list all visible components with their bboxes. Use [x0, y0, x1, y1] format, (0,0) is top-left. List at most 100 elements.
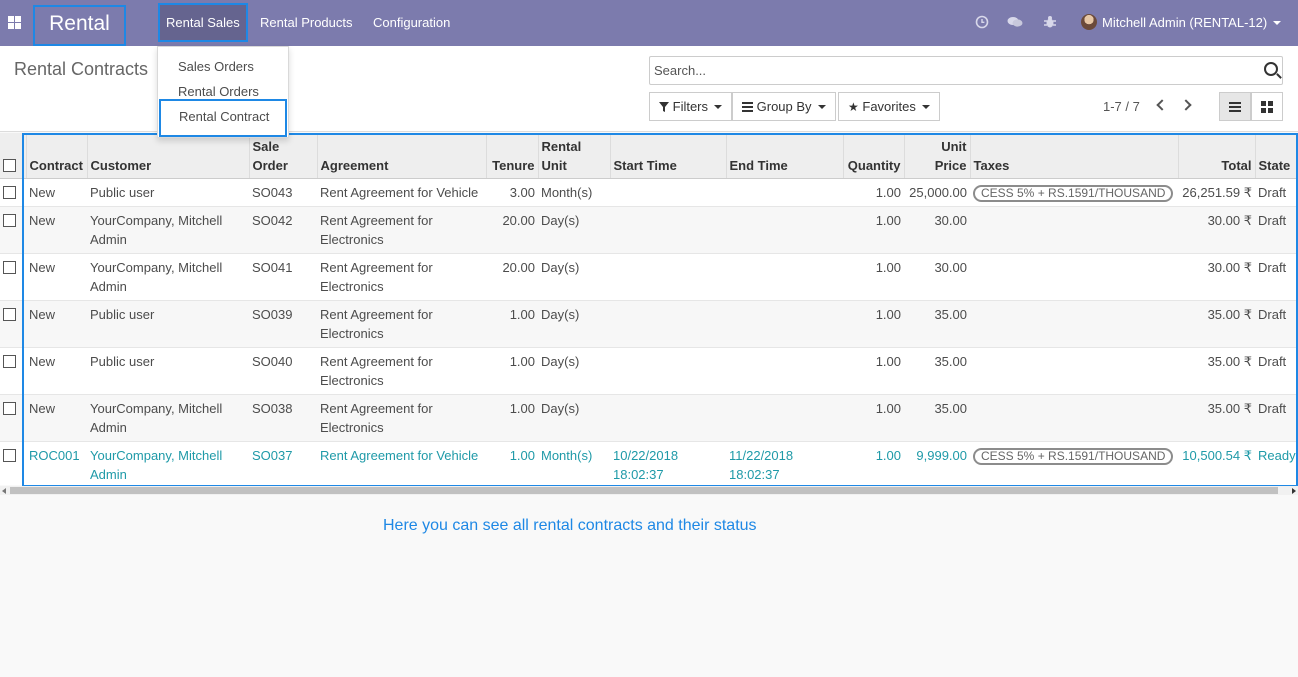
- filters-button[interactable]: Filters: [649, 92, 733, 121]
- row-checkbox[interactable]: [3, 260, 16, 274]
- row-select-cell: [0, 393, 26, 441]
- user-menu[interactable]: Mitchell Admin (RENTAL-12): [1081, 0, 1282, 46]
- cell-unit-price: 35.00: [904, 299, 970, 347]
- avatar: [1081, 14, 1097, 30]
- column-quantity[interactable]: Quantity: [843, 133, 905, 179]
- cell-total: 10,500.54 ₹: [1178, 440, 1255, 485]
- column-taxes[interactable]: Taxes: [970, 133, 1179, 179]
- filter-icon: [659, 102, 669, 112]
- cell-quantity: 1.00: [843, 299, 904, 347]
- column-contract[interactable]: Contract: [26, 133, 88, 179]
- table-row[interactable]: New Public user SO043 Rent Agreement for Ve…: [0, 177, 1298, 206]
- row-select-cell: [0, 205, 26, 253]
- scrollbar-thumb[interactable]: [10, 487, 1278, 494]
- cell-contract: New: [26, 346, 87, 394]
- table-row[interactable]: New Public user SO039 Rent Agreement for El…: [0, 299, 1298, 347]
- cell-tenure: 1.00: [486, 393, 538, 441]
- cell-quantity: 1.00: [843, 440, 904, 485]
- row-checkbox[interactable]: [3, 307, 16, 321]
- column-rental-unit-line1: Rental: [541, 138, 582, 154]
- star-icon: ★: [848, 100, 859, 114]
- cell-total: 35.00 ₹: [1178, 393, 1255, 441]
- column-unit-price[interactable]: Unit Price: [904, 133, 971, 179]
- cell-sale-order: SO039: [249, 299, 317, 347]
- column-state[interactable]: State: [1255, 133, 1298, 179]
- column-rental-unit[interactable]: Rental Unit: [538, 133, 611, 179]
- cell-taxes: CESS 5% + RS.1591/THOUSAND: [970, 440, 1178, 485]
- column-agreement[interactable]: Agreement: [317, 133, 487, 179]
- cell-start-time: [610, 177, 726, 206]
- cell-contract: New: [26, 252, 87, 300]
- kanban-view-button[interactable]: [1251, 92, 1283, 121]
- menu-configuration[interactable]: Configuration: [373, 0, 450, 46]
- cell-quantity: 1.00: [843, 393, 904, 441]
- chevron-right-icon[interactable]: [1180, 99, 1192, 111]
- search-input[interactable]: [650, 57, 1250, 84]
- row-select-cell: [0, 440, 26, 485]
- cell-quantity: 1.00: [843, 205, 904, 253]
- menu-item-rental-contract[interactable]: Rental Contract: [159, 99, 287, 137]
- column-tenure[interactable]: Tenure: [486, 133, 539, 179]
- cell-unit-price: 35.00: [904, 393, 970, 441]
- cell-rental-unit: Month(s): [538, 177, 610, 206]
- column-sale-order-line1: Sale: [252, 138, 280, 154]
- cell-unit-price: 30.00: [904, 252, 970, 300]
- column-sale-order-line2: Order: [252, 157, 288, 173]
- cell-contract: ROC001: [26, 440, 87, 485]
- column-start-time[interactable]: Start Time: [610, 133, 727, 179]
- table-row[interactable]: New Public user SO040 Rent Agreement for El…: [0, 346, 1298, 394]
- search-icon[interactable]: [1264, 62, 1278, 76]
- row-checkbox[interactable]: [3, 354, 16, 368]
- menu-rental-products[interactable]: Rental Products: [260, 0, 353, 46]
- column-sale-order[interactable]: Sale Order: [249, 133, 318, 179]
- cell-tenure: 20.00: [486, 252, 538, 300]
- column-end-time[interactable]: End Time: [726, 133, 844, 179]
- select-all-checkbox[interactable]: [3, 158, 16, 172]
- contracts-table: Contract Customer Sale Order Agreement Te…: [0, 133, 1298, 485]
- cell-total: 26,251.59 ₹: [1178, 177, 1255, 206]
- table-row[interactable]: New YourCompany, Mitchell Admin SO038 Rent …: [0, 393, 1298, 441]
- row-select-cell: [0, 299, 26, 347]
- chat-icon[interactable]: [1007, 15, 1023, 30]
- menu-item-rental-orders[interactable]: Rental Orders: [178, 84, 259, 99]
- menu-rental-sales[interactable]: Rental Sales: [158, 3, 248, 42]
- cell-unit-price: 25,000.00: [904, 177, 970, 206]
- scroll-right-arrow-icon[interactable]: [1292, 488, 1296, 494]
- app-brand[interactable]: Rental: [33, 5, 126, 46]
- row-checkbox[interactable]: [3, 185, 16, 199]
- cell-tenure: 1.00: [486, 299, 538, 347]
- group-by-button[interactable]: Group By: [732, 92, 836, 121]
- table-row[interactable]: New YourCompany, Mitchell Admin SO041 Rent …: [0, 252, 1298, 300]
- column-total[interactable]: Total: [1178, 133, 1256, 179]
- row-checkbox[interactable]: [3, 448, 16, 462]
- cell-sale-order: SO038: [249, 393, 317, 441]
- table-row[interactable]: ROC001 YourCompany, Mitchell Admin SO037 Re…: [0, 440, 1298, 485]
- row-checkbox[interactable]: [3, 213, 16, 227]
- cell-start-time: [610, 393, 726, 441]
- cell-unit-price: 9,999.00: [904, 440, 970, 485]
- cell-end-time: [726, 346, 843, 394]
- apps-grid-icon[interactable]: [8, 16, 21, 29]
- row-checkbox[interactable]: [3, 401, 16, 415]
- top-navbar: Rental Rental Sales Rental Products Conf…: [0, 0, 1298, 46]
- row-select-cell: [0, 252, 26, 300]
- clock-icon[interactable]: [974, 15, 989, 30]
- bug-icon[interactable]: [1042, 15, 1057, 30]
- cell-customer: YourCompany, Mitchell Admin: [87, 393, 249, 441]
- cell-customer: Public user: [87, 346, 249, 394]
- cell-tenure: 1.00: [486, 440, 538, 485]
- cell-start-time: [610, 252, 726, 300]
- cell-sale-order: SO040: [249, 346, 317, 394]
- scroll-left-arrow-icon[interactable]: [2, 488, 6, 494]
- chevron-left-icon[interactable]: [1156, 99, 1168, 111]
- cell-taxes: [970, 393, 1178, 441]
- favorites-button[interactable]: ★ Favorites: [838, 92, 940, 121]
- list-view-button[interactable]: [1219, 92, 1251, 121]
- table-row[interactable]: New YourCompany, Mitchell Admin SO042 Rent …: [0, 205, 1298, 253]
- horizontal-scrollbar[interactable]: [0, 486, 1298, 495]
- menu-item-sales-orders[interactable]: Sales Orders: [178, 59, 254, 74]
- cell-start-time: 10/22/2018 18:02:37: [610, 440, 726, 485]
- cell-sale-order: SO043: [249, 177, 317, 206]
- pager-value[interactable]: 1-7 / 7: [1103, 99, 1140, 114]
- column-customer[interactable]: Customer: [87, 133, 250, 179]
